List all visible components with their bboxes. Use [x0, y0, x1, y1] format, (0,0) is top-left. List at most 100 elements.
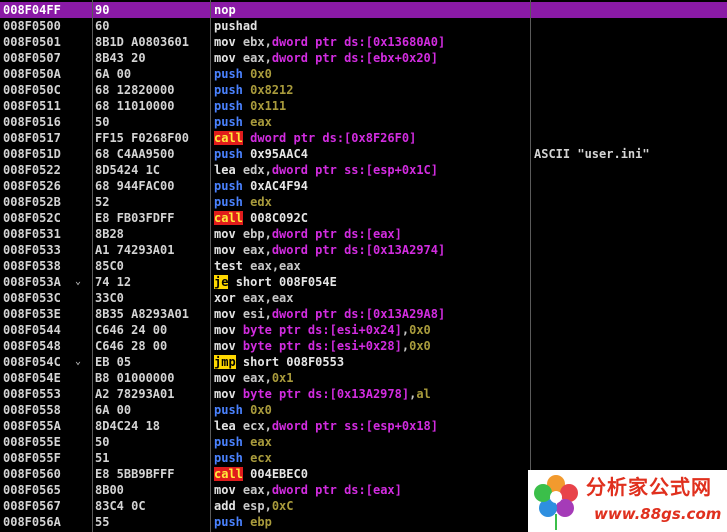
hex-bytes-cell: FF15 F0268F00 [95, 131, 189, 145]
instruction-operand: , [264, 499, 272, 513]
hex-bytes-cell: A2 78293A01 [95, 387, 175, 401]
address-cell: 008F04FF [3, 3, 61, 17]
disasm-row[interactable]: 008F053C 33C0 xor eax,eax [0, 290, 727, 306]
instruction-operand: eax [242, 243, 265, 257]
disassembly-cell: push eax [214, 434, 526, 450]
hex-bytes-cell: 8B35 A8293A01 [95, 307, 189, 321]
address-cell: 008F0567 [3, 499, 61, 513]
instruction-operand: byte ptr ds:[esi+0x24] [242, 323, 402, 337]
disasm-row[interactable]: 008F0553 A2 78293A01 mov byte ptr ds:[0x13… [0, 386, 727, 402]
instruction-mnemonic: mov [214, 243, 243, 257]
disassembly-cell: mov byte ptr ds:[0x13A2978],al [214, 386, 526, 402]
instruction-operand: , [264, 163, 272, 177]
jump-marker-icon [75, 514, 85, 530]
disasm-row[interactable]: 008F0558 6A 00 push 0x0 [0, 402, 727, 418]
disasm-row[interactable]: 008F050C 68 12820000 push 0x8212 [0, 82, 727, 98]
instruction-operand: ecx [242, 419, 265, 433]
jump-marker-icon [75, 50, 85, 66]
disassembly-cell: mov eax,dword ptr ds:[eax] [214, 482, 526, 498]
disasm-row[interactable]: 008F0531 8B28 mov ebp,dword ptr ds:[eax] [0, 226, 727, 242]
disasm-row[interactable]: 008F0511 68 11010000 push 0x111 [0, 98, 727, 114]
instruction-mnemonic: test [214, 259, 251, 273]
disassembly-cell: mov byte ptr ds:[esi+0x28],0x0 [214, 338, 526, 354]
instruction-operand: dword ptr ds:[0x13A29A8] [271, 307, 446, 321]
disasm-row[interactable]: 008F052C E8 FB03FDFF call 008C092C [0, 210, 727, 226]
hex-bytes-cell: 55 [95, 515, 110, 529]
disasm-row[interactable]: 008F055E 50 push eax [0, 434, 727, 450]
disassembly-cell: xor eax,eax [214, 290, 526, 306]
disassembly-cell: call dword ptr ds:[0x8F26F0] [214, 130, 526, 146]
jump-marker-icon [75, 402, 85, 418]
instruction-mnemonic: push [214, 99, 251, 113]
instruction-operand: dword ptr ds:[0x13680A0] [271, 35, 446, 49]
instruction-mnemonic: add [214, 499, 243, 513]
address-cell: 008F054E [3, 371, 61, 385]
disassembly-cell: call 004EBEC0 [214, 466, 526, 482]
disassembly-cell: push ecx [214, 450, 526, 466]
comment-cell [534, 370, 724, 386]
disasm-row[interactable]: 008F052B 52 push edx [0, 194, 727, 210]
instruction-mnemonic: mov [214, 51, 243, 65]
address-cell: 008F050C [3, 83, 61, 97]
instruction-operand: short 008F054E [235, 275, 337, 289]
instruction-mnemonic: lea [214, 163, 243, 177]
disassembly-cell: push 0x95AAC4 [214, 146, 526, 162]
disasm-row[interactable]: 008F0533 A1 74293A01 mov eax,dword ptr ds:… [0, 242, 727, 258]
disasm-row[interactable]: 008F04FF 90 nop [0, 2, 727, 18]
disasm-row[interactable]: 008F054E B8 01000000 mov eax,0x1 [0, 370, 727, 386]
disasm-row[interactable]: 008F0507 8B43 20 mov eax,dword ptr ds:[ebx… [0, 50, 727, 66]
disasm-row[interactable]: 008F053A ⌄ 74 12 je short 008F054E [0, 274, 727, 290]
comment-cell [534, 178, 724, 194]
disasm-row[interactable]: 008F054C ⌄ EB 05 jmp short 008F0553 [0, 354, 727, 370]
address-cell: 008F0516 [3, 115, 61, 129]
instruction-mnemonic: mov [214, 227, 243, 241]
disasm-row[interactable]: 008F0526 68 944FAC00 push 0xAC4F94 [0, 178, 727, 194]
address-cell: 008F055E [3, 435, 61, 449]
disasm-row[interactable]: 008F0544 C646 24 00 mov byte ptr ds:[esi+0… [0, 322, 727, 338]
jump-marker-icon [75, 338, 85, 354]
comment-cell [534, 322, 724, 338]
hex-bytes-cell: 8D4C24 18 [95, 419, 161, 433]
hex-bytes-cell: E8 FB03FDFF [95, 211, 175, 225]
jump-marker-icon [75, 66, 85, 82]
disasm-row[interactable]: 008F050A 6A 00 push 0x0 [0, 66, 727, 82]
hex-bytes-cell: 8B00 [95, 483, 124, 497]
instruction-mnemonic: je [214, 275, 229, 289]
jump-marker-icon [75, 146, 85, 162]
instruction-mnemonic: push [214, 451, 251, 465]
hex-bytes-cell: C646 24 00 [95, 323, 168, 337]
disasm-row[interactable]: 008F0522 8D5424 1C lea edx,dword ptr ss:[e… [0, 162, 727, 178]
jump-marker-icon [75, 498, 85, 514]
jump-marker-icon [75, 242, 85, 258]
disasm-row[interactable]: 008F0516 50 push eax [0, 114, 727, 130]
comment-cell [534, 130, 724, 146]
address-cell: 008F0500 [3, 19, 61, 33]
disasm-row[interactable]: 008F055A 8D4C24 18 lea ecx,dword ptr ss:[e… [0, 418, 727, 434]
comment-cell [534, 402, 724, 418]
comment-cell [534, 194, 724, 210]
disasm-row[interactable]: 008F053E 8B35 A8293A01 mov esi,dword ptr d… [0, 306, 727, 322]
disasm-row[interactable]: 008F0501 8B1D A0803601 mov ebx,dword ptr d… [0, 34, 727, 50]
instruction-mnemonic: push [214, 195, 251, 209]
address-cell: 008F052C [3, 211, 61, 225]
disassembly-cell: call 008C092C [214, 210, 526, 226]
jump-marker-icon [75, 210, 85, 226]
disasm-row[interactable]: 008F0500 60 pushad [0, 18, 727, 34]
comment-cell [534, 290, 724, 306]
disasm-row[interactable]: 008F055F 51 push ecx [0, 450, 727, 466]
address-cell: 008F0531 [3, 227, 61, 241]
instruction-operand: 0xC [271, 499, 294, 513]
disassembly-cell: push ebp [214, 514, 526, 530]
disasm-row[interactable]: 008F0517 FF15 F0268F00 call dword ptr ds:[… [0, 130, 727, 146]
instruction-operand: ebp [250, 515, 272, 529]
comment-cell [534, 98, 724, 114]
instruction-mnemonic: lea [214, 419, 243, 433]
disassembly-cell: mov ebx,dword ptr ds:[0x13680A0] [214, 34, 526, 50]
instruction-operand: dword ptr ds:[eax] [271, 483, 402, 497]
disasm-row[interactable]: 008F051D 68 C4AA9500 push 0x95AAC4 ASCII "u… [0, 146, 727, 162]
disasm-row[interactable]: 008F0538 85C0 test eax,eax [0, 258, 727, 274]
disasm-row[interactable]: 008F0548 C646 28 00 mov byte ptr ds:[esi+0… [0, 338, 727, 354]
instruction-operand: , [264, 243, 272, 257]
instruction-mnemonic: mov [214, 35, 243, 49]
instruction-operand: , [401, 339, 410, 353]
